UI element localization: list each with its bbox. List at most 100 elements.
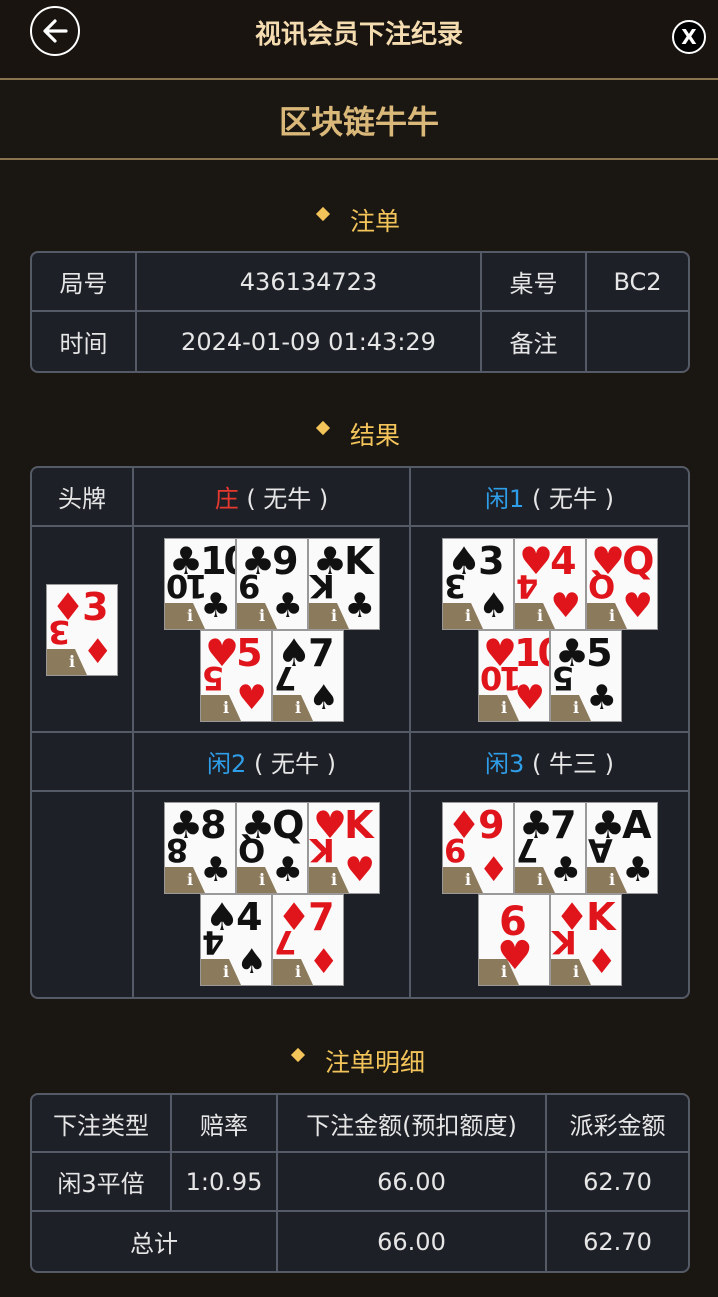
card-rank-inverted: 7 (519, 831, 539, 869)
playing-card[interactable]: ♣8 8 ♣ i (164, 802, 236, 894)
club-suit-icon: ♣ (272, 586, 303, 626)
card-info-tab[interactable]: i (587, 603, 627, 629)
playing-card[interactable]: 6 ♥ i (478, 894, 550, 986)
card-info-tab[interactable]: i (237, 603, 277, 629)
card-rank-inverted: 9 (241, 567, 261, 605)
card-info-tab[interactable]: i (443, 603, 483, 629)
playing-card[interactable]: ♠7 7 ♠ i (272, 630, 344, 722)
bet-type-cell: 闲3平倍 (32, 1153, 172, 1212)
card-rank-inverted: 8 (169, 831, 189, 869)
diamond-icon (290, 1047, 306, 1063)
playing-card[interactable]: ♦3 3 ♦ i (46, 584, 118, 676)
bet-amount-cell: 66.00 (278, 1153, 547, 1212)
card-rank-inverted: Q (241, 831, 266, 869)
heart-suit-icon: ♥ (622, 586, 653, 626)
card-info-tab[interactable]: i (273, 695, 313, 721)
club-suit-icon: ♣ (550, 850, 581, 890)
card-rank-inverted: 3 (51, 613, 71, 651)
player1-cards-cell: ♠3 3 ♠ i ♥4 4 ♥ i ♥Q Q ♥ i ♥10 10 ♥ i (411, 527, 688, 733)
card-info-tab[interactable]: i (443, 867, 483, 893)
card-rank-inverted: K (555, 923, 577, 961)
playing-card[interactable]: ♦9 9 ♦ i (442, 802, 514, 894)
playing-card[interactable]: ♥10 10 ♥ i (478, 630, 550, 722)
card-info-tab[interactable]: i (309, 867, 349, 893)
head-card-cell: ♦3 3 ♦ i (32, 527, 134, 733)
card-info-tab[interactable]: i (515, 867, 555, 893)
card-rank-inverted: K (313, 567, 335, 605)
banker-name: 庄 (214, 485, 239, 513)
spade-suit-icon: ♠ (308, 678, 339, 718)
card-info-tab[interactable]: i (515, 603, 555, 629)
bet-section-title: 注单 (0, 202, 718, 238)
diamond-suit-icon: ♦ (478, 850, 509, 890)
playing-card[interactable]: ♥4 4 ♥ i (514, 538, 586, 630)
card-info-tab[interactable]: i (273, 959, 313, 985)
player3-result: ( 牛三 ) (524, 750, 614, 778)
top-bar: 视讯会员下注纪录 X (0, 0, 718, 80)
card-info-tab[interactable]: i (551, 959, 591, 985)
payout-cell: 62.70 (547, 1153, 688, 1212)
playing-card[interactable]: ♥5 5 ♥ i (200, 630, 272, 722)
total-payout: 62.70 (583, 1227, 652, 1256)
heart-suit-icon: ♥ (236, 678, 267, 718)
playing-card[interactable]: ♣Q Q ♣ i (236, 802, 308, 894)
game-title-bar: 区块链牛牛 (0, 82, 718, 160)
card-info-tab[interactable]: i (165, 867, 205, 893)
card-info-tab[interactable]: i (309, 603, 349, 629)
card-rank-inverted: 4 (205, 923, 225, 961)
card-rank-inverted: 5 (205, 659, 225, 697)
playing-card[interactable]: ♥K K ♥ i (308, 802, 380, 894)
player3-name: 闲3 (485, 750, 525, 778)
playing-card[interactable]: ♣10 10 ♣ i (164, 538, 236, 630)
playing-card[interactable]: ♥Q Q ♥ i (586, 538, 658, 630)
diamond-icon (315, 420, 331, 436)
table-value: BC2 (587, 253, 688, 312)
card-rank-inverted: 7 (277, 659, 297, 697)
playing-card[interactable]: ♦7 7 ♦ i (272, 894, 344, 986)
club-suit-icon: ♣ (272, 850, 303, 890)
club-suit-icon: ♣ (344, 586, 375, 626)
player3-header: 闲3 ( 牛三 ) (411, 733, 688, 792)
card-info-tab[interactable]: i (47, 649, 87, 675)
playing-card[interactable]: ♣A A ♣ i (586, 802, 658, 894)
card-info-tab[interactable]: i (201, 695, 241, 721)
player1-header: 闲1 ( 无牛 ) (411, 468, 688, 527)
odds-cell: 1:0.95 (172, 1153, 278, 1212)
playing-card[interactable]: ♣K K ♣ i (308, 538, 380, 630)
playing-card[interactable]: ♣9 9 ♣ i (236, 538, 308, 630)
player1-result: ( 无牛 ) (524, 485, 614, 513)
close-button[interactable]: X (672, 20, 706, 54)
playing-card[interactable]: ♣5 5 ♣ i (550, 630, 622, 722)
card-info-tab[interactable]: i (165, 603, 205, 629)
banker-result: ( 无牛 ) (238, 485, 329, 513)
bet-section-label: 注单 (349, 207, 400, 236)
playing-card[interactable]: ♠4 4 ♠ i (200, 894, 272, 986)
head-card-label: 头牌 (32, 468, 134, 527)
heart-suit-icon: ♥ (344, 850, 375, 890)
header-bet-type: 下注类型 (32, 1095, 172, 1153)
playing-card[interactable]: ♦K K ♦ i (550, 894, 622, 986)
result-table: 头牌 庄 ( 无牛 ) 闲1 ( 无牛 ) ♦ 3 3 ♦ i ♣10 10 ♣ … (30, 466, 690, 999)
card-rank-inverted: 5 (555, 659, 575, 697)
time-value: 2024-01-09 01:43:29 (137, 312, 482, 371)
card-info-tab[interactable]: i (479, 695, 519, 721)
card-info-tab[interactable]: i (237, 867, 277, 893)
card-info-tab[interactable]: i (551, 695, 591, 721)
player2-cards-cell: ♣8 8 ♣ i ♣Q Q ♣ i ♥K K ♥ i ♠4 4 ♠ i ♦7 7… (134, 792, 411, 997)
player2-result: ( 无牛 ) (246, 750, 336, 778)
spade-suit-icon: ♠ (478, 586, 509, 626)
card-info-tab[interactable]: i (587, 867, 627, 893)
diamond-icon (315, 206, 331, 222)
playing-card[interactable]: ♣7 7 ♣ i (514, 802, 586, 894)
card-info-tab[interactable]: i (201, 959, 241, 985)
player2-name: 闲2 (207, 750, 247, 778)
heart-suit-icon: ♥ (514, 678, 545, 718)
total-amount: 66.00 (278, 1212, 547, 1271)
card-rank-inverted: 4 (519, 567, 539, 605)
diamond-suit-icon: ♦ (586, 942, 617, 982)
detail-section-label: 注单明细 (324, 1048, 425, 1077)
card-rank-inverted: A (591, 831, 613, 869)
card-rank-inverted: 7 (277, 923, 297, 961)
playing-card[interactable]: ♠3 3 ♠ i (442, 538, 514, 630)
club-suit-icon: ♣ (200, 586, 231, 626)
